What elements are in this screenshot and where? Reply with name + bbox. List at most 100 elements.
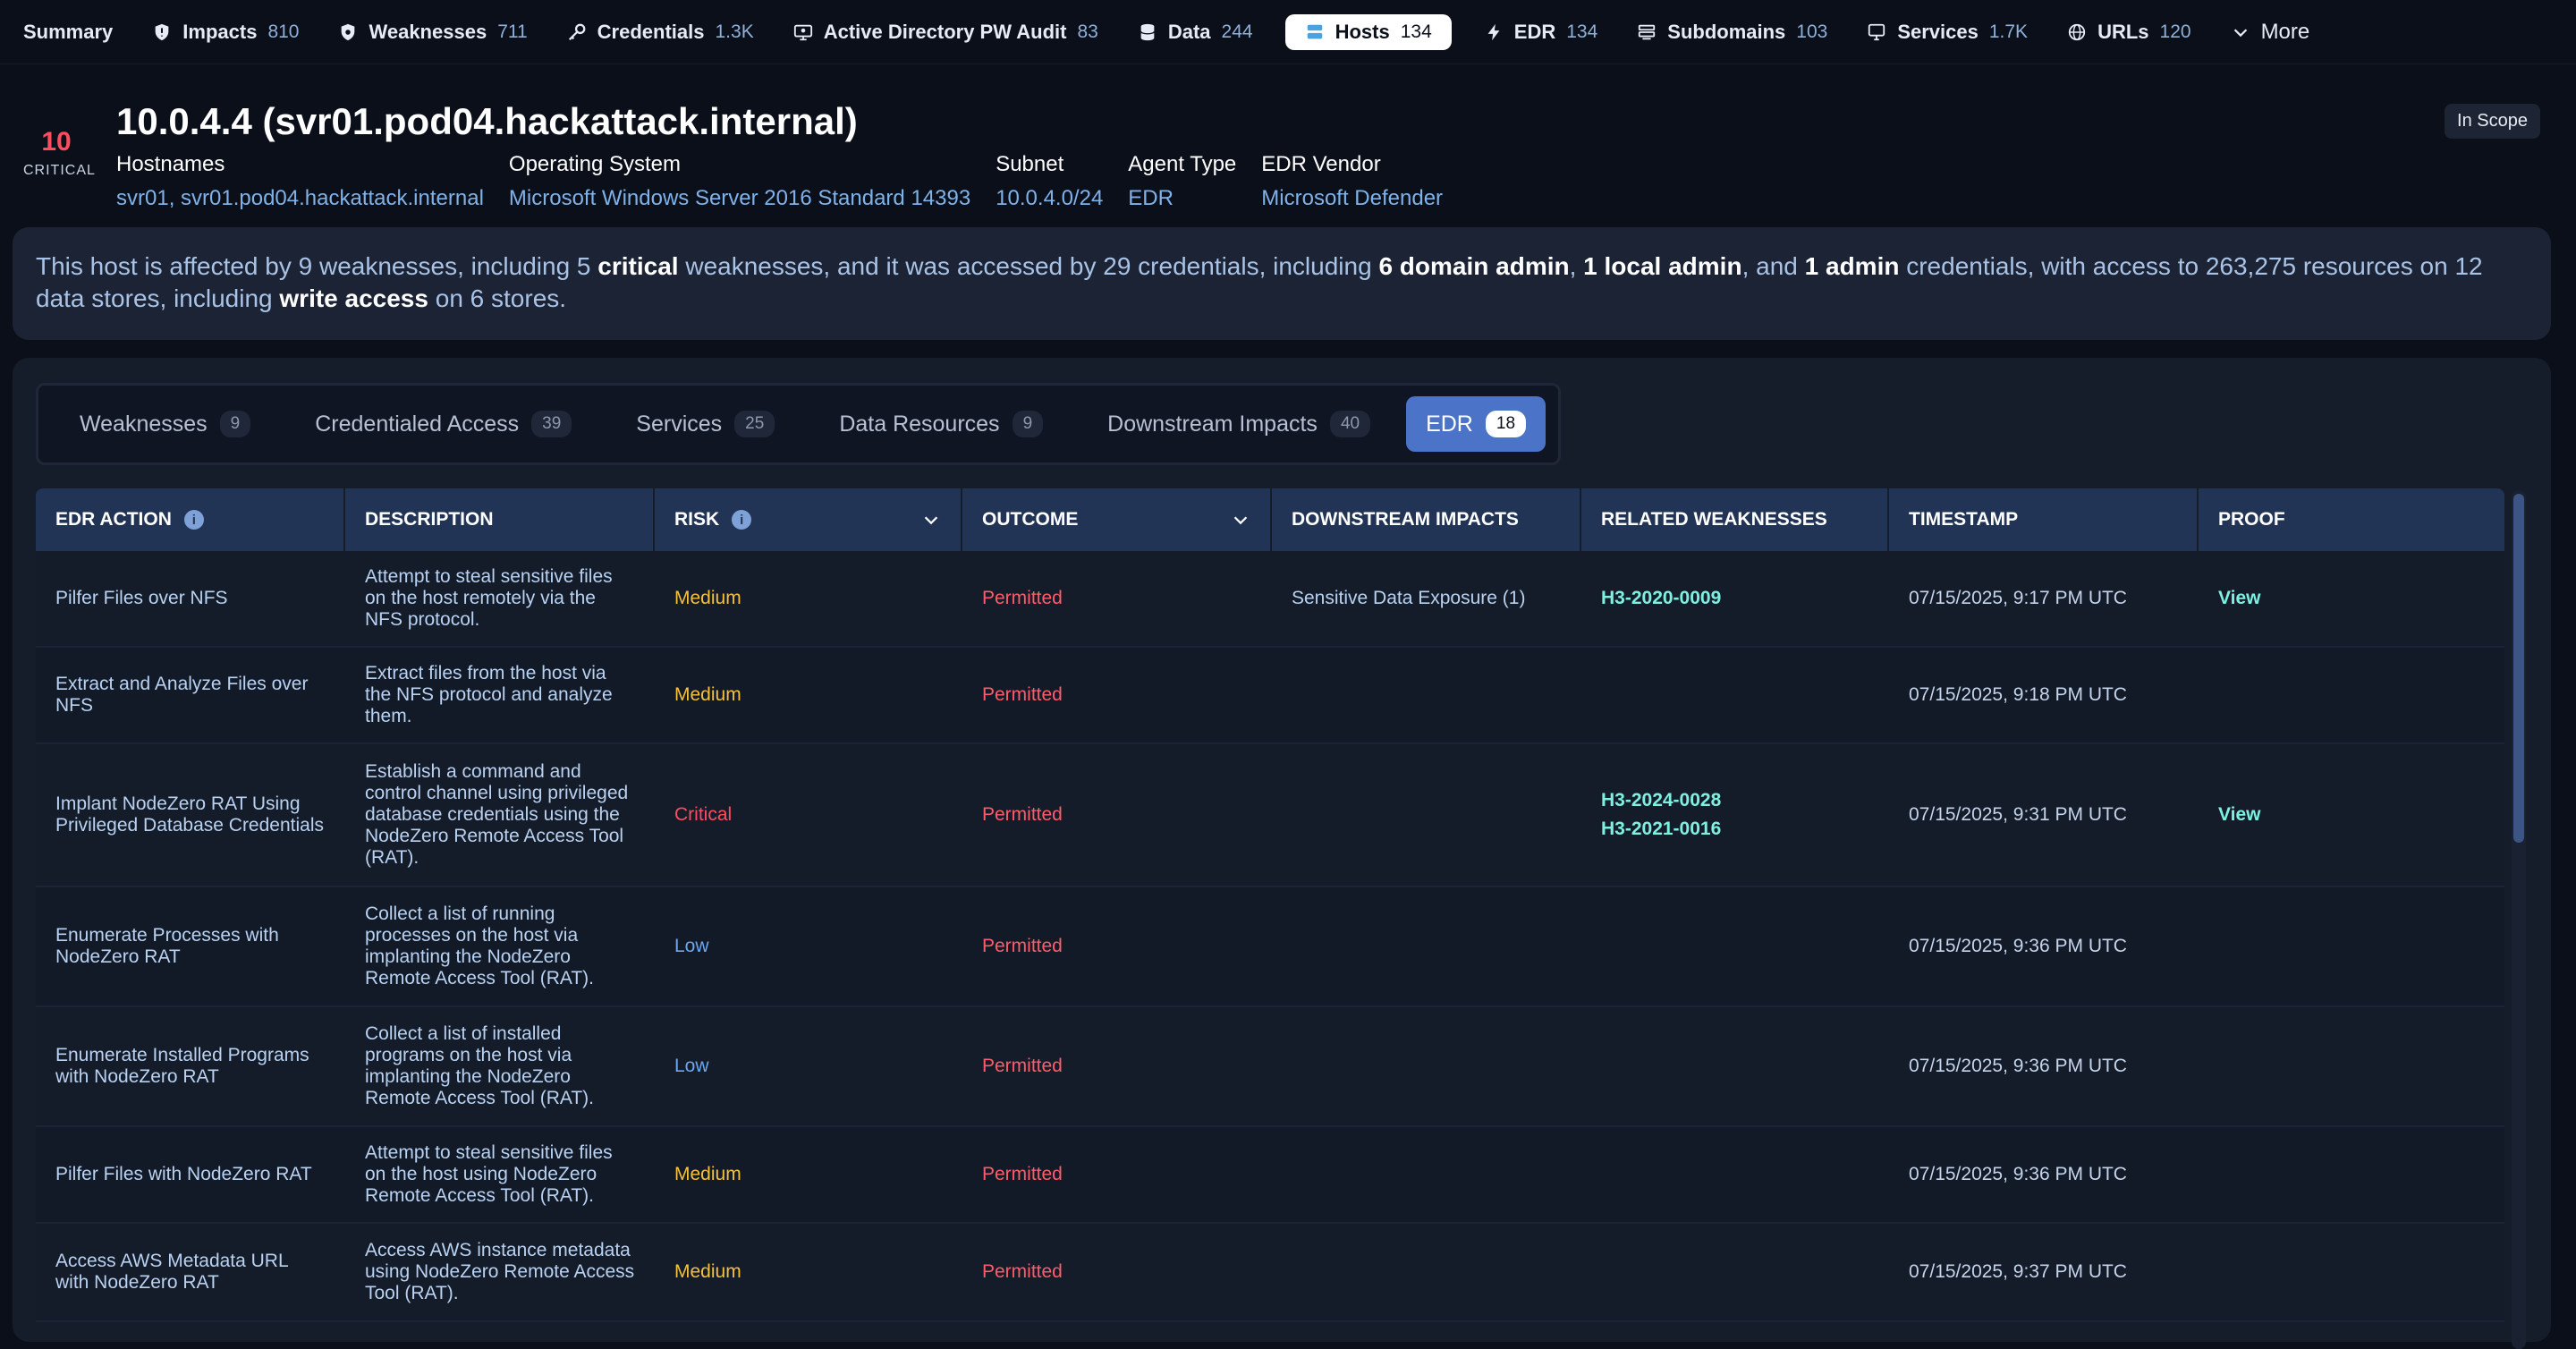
globe-icon [2067, 22, 2087, 42]
cell-description: Collect a list of installed programs on … [365, 1023, 594, 1108]
cell-downstream-impacts [1272, 1127, 1581, 1222]
nav-ad-pw-audit[interactable]: Active Directory PW Audit 83 [774, 14, 1118, 50]
col-label: RELATED WEAKNESSES [1601, 509, 1827, 530]
nav-more[interactable]: More [2211, 14, 2330, 50]
table-row[interactable]: Enumerate Processes with NodeZero RAT Co… [36, 887, 2504, 1007]
chevron-down-icon[interactable] [921, 510, 941, 530]
tab-services[interactable]: Services 25 [607, 396, 803, 452]
cell-related-weaknesses [1581, 1127, 1889, 1222]
col-description[interactable]: DESCRIPTION [345, 488, 655, 551]
cell-action: Access AWS Metadata URL with NodeZero RA… [55, 1251, 288, 1293]
cell-timestamp: 07/15/2025, 9:36 PM UTC [1909, 1056, 2127, 1076]
col-related-weaknesses[interactable]: RELATED WEAKNESSES [1581, 488, 1889, 551]
cell-action: Enumerate Installed Programs with NodeZe… [55, 1045, 309, 1087]
table-row[interactable]: Access AWS Metadata URL with NodeZero RA… [36, 1224, 2504, 1322]
cell-description: Establish a command and control channel … [365, 761, 629, 868]
tab-label: Weaknesses [80, 411, 208, 437]
col-proof[interactable]: PROOF [2199, 488, 2504, 551]
weakness-link[interactable]: H3-2020-0009 [1601, 588, 1721, 609]
view-proof-link[interactable]: View [2218, 588, 2260, 609]
chevron-down-icon [2231, 22, 2250, 42]
cell-timestamp: 07/15/2025, 9:36 PM UTC [1909, 1164, 2127, 1184]
cell-action: Extract and Analyze Files over NFS [55, 674, 309, 716]
col-downstream-impacts[interactable]: DOWNSTREAM IMPACTS [1272, 488, 1581, 551]
view-proof-link[interactable]: View [2218, 804, 2260, 826]
nav-label: Summary [23, 20, 114, 43]
cell-downstream-impacts [1272, 744, 1581, 886]
meta-value: Microsoft Defender [1261, 186, 1444, 210]
cell-risk: Low [674, 936, 709, 956]
tab-edr[interactable]: EDR 18 [1406, 396, 1546, 452]
nav-count: 83 [1077, 21, 1098, 42]
cell-risk: Critical [674, 804, 733, 825]
cell-related-weaknesses [1581, 648, 1889, 742]
nav-label: EDR [1513, 20, 1556, 43]
table-header: EDR ACTION i DESCRIPTION RISK i OUTCOME … [36, 488, 2504, 551]
chevron-down-icon[interactable] [1231, 510, 1250, 530]
tab-data-resources[interactable]: Data Resources 9 [810, 396, 1072, 452]
cell-outcome: Permitted [982, 684, 1063, 705]
cell-risk: Medium [674, 588, 741, 608]
scrollbar-thumb[interactable] [2513, 494, 2524, 843]
cell-description: Attempt to steal sensitive files on the … [365, 566, 613, 630]
weakness-link[interactable]: H3-2024-0028 [1601, 790, 1721, 811]
cell-description: Extract files from the host via the NFS … [365, 663, 613, 726]
nav-weaknesses[interactable]: Weaknesses 711 [318, 14, 547, 50]
cell-related-weaknesses: H3-2024-0028 H3-2021-0016 [1581, 744, 1889, 886]
cell-proof [2199, 1224, 2504, 1320]
table-row[interactable]: Extract and Analyze Files over NFS Extra… [36, 648, 2504, 744]
edr-table: EDR ACTION i DESCRIPTION RISK i OUTCOME … [36, 488, 2504, 1322]
info-icon[interactable]: i [183, 510, 204, 530]
col-risk[interactable]: RISK i [655, 488, 962, 551]
cell-proof: View [2199, 744, 2504, 886]
cell-proof [2199, 1007, 2504, 1125]
table-row[interactable]: Pilfer Files with NodeZero RAT Attempt t… [36, 1127, 2504, 1224]
nav-count: 134 [1566, 21, 1598, 42]
col-outcome[interactable]: OUTCOME [962, 488, 1272, 551]
risk-score-label: CRITICAL [23, 163, 96, 178]
scope-badge[interactable]: In Scope [2445, 104, 2540, 139]
nav-urls[interactable]: URLs 120 [2047, 14, 2211, 50]
table-body: Pilfer Files over NFS Attempt to steal s… [36, 551, 2504, 1322]
weakness-link[interactable]: H3-2021-0016 [1601, 819, 1721, 840]
cell-proof [2199, 887, 2504, 1005]
nav-label: Subdomains [1667, 20, 1786, 43]
table-scrollbar[interactable] [2512, 490, 2526, 1349]
cell-action: Implant NodeZero RAT Using Privileged Da… [55, 793, 324, 836]
cell-risk: Medium [674, 684, 741, 705]
col-label: PROOF [2218, 509, 2285, 530]
nav-impacts[interactable]: Impacts 810 [132, 14, 318, 50]
tab-credentialed-access[interactable]: Credentialed Access 39 [286, 396, 600, 452]
cell-timestamp: 07/15/2025, 9:36 PM UTC [1909, 936, 2127, 956]
table-row[interactable]: Pilfer Files over NFS Attempt to steal s… [36, 551, 2504, 648]
monitor-icon [1867, 22, 1886, 42]
meta-key: Operating System [508, 152, 681, 176]
nav-data[interactable]: Data 244 [1118, 14, 1273, 50]
col-label: DESCRIPTION [365, 509, 494, 530]
cell-timestamp: 07/15/2025, 9:17 PM UTC [1909, 588, 2127, 608]
cell-description: Attempt to steal sensitive files on the … [365, 1142, 613, 1206]
cell-proof [2199, 648, 2504, 742]
page-title: 10.0.4.4 (svr01.pod04.hackattack.interna… [116, 100, 858, 142]
meta-value: EDR [1128, 186, 1174, 210]
tab-downstream-impacts[interactable]: Downstream Impacts 40 [1079, 396, 1399, 452]
col-timestamp[interactable]: TIMESTAMP [1889, 488, 2199, 551]
impacts-link[interactable]: Sensitive Data Exposure (1) [1292, 588, 1525, 609]
table-row[interactable]: Implant NodeZero RAT Using Privileged Da… [36, 744, 2504, 887]
info-icon[interactable]: i [732, 510, 752, 530]
nav-edr[interactable]: EDR 134 [1464, 14, 1618, 50]
nav-credentials[interactable]: Credentials 1.3K [547, 14, 774, 50]
col-edr-action[interactable]: EDR ACTION i [36, 488, 345, 551]
col-label: EDR ACTION [55, 509, 172, 530]
tab-label: Downstream Impacts [1107, 411, 1318, 437]
bolt-icon [1484, 22, 1504, 42]
nav-label: Weaknesses [369, 20, 487, 43]
nav-summary[interactable]: Summary [23, 14, 132, 50]
cell-action: Pilfer Files over NFS [55, 588, 228, 608]
nav-services[interactable]: Services 1.7K [1847, 14, 2047, 50]
tab-weaknesses[interactable]: Weaknesses 9 [51, 396, 279, 452]
nav-hosts[interactable]: Hosts 134 [1284, 13, 1452, 50]
shield-icon [152, 22, 172, 42]
table-row[interactable]: Enumerate Installed Programs with NodeZe… [36, 1007, 2504, 1127]
nav-subdomains[interactable]: Subdomains 103 [1617, 14, 1847, 50]
